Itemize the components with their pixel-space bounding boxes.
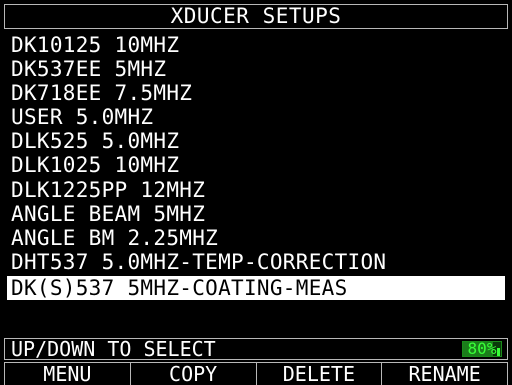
list-item[interactable]: ANGLE BEAM 5MHZ (7, 202, 505, 226)
battery-tip (497, 348, 500, 356)
rename-button[interactable]: RENAME (381, 363, 507, 385)
list-item[interactable]: DK10125 10MHZ (7, 33, 505, 57)
list-item[interactable]: DK537EE 5MHZ (7, 57, 505, 81)
list-item[interactable]: ANGLE BM 2.25MHZ (7, 226, 505, 250)
list-item-selected[interactable]: DK(S)537 5MHZ-COATING-MEAS (7, 275, 505, 301)
softkey-bar: MENU COPY DELETE RENAME (4, 362, 508, 385)
delete-button[interactable]: DELETE (255, 363, 382, 385)
list-item[interactable]: DK718EE 7.5MHZ (7, 81, 505, 105)
battery-icon: 80% (462, 339, 502, 358)
list-item[interactable]: USER 5.0MHZ (7, 105, 505, 129)
copy-button[interactable]: COPY (129, 363, 256, 385)
page-title: XDUCER SETUPS (4, 4, 508, 29)
status-hint: UP/DOWN TO SELECT (11, 337, 216, 361)
battery-label: 80% (467, 339, 497, 358)
list-item[interactable]: DLK525 5.0MHZ (7, 129, 505, 153)
list-item[interactable]: DHT537 5.0MHZ-TEMP-CORRECTION (7, 250, 505, 274)
device-screen: XDUCER SETUPS DK10125 10MHZ DK537EE 5MHZ… (0, 0, 512, 385)
list-item[interactable]: DLK1225PP 12MHZ (7, 178, 505, 202)
status-bar: UP/DOWN TO SELECT 80% (4, 338, 508, 360)
transducer-setup-list: DK10125 10MHZ DK537EE 5MHZ DK718EE 7.5MH… (7, 33, 505, 301)
menu-button[interactable]: MENU (5, 363, 130, 385)
list-item[interactable]: DLK1025 10MHZ (7, 153, 505, 177)
